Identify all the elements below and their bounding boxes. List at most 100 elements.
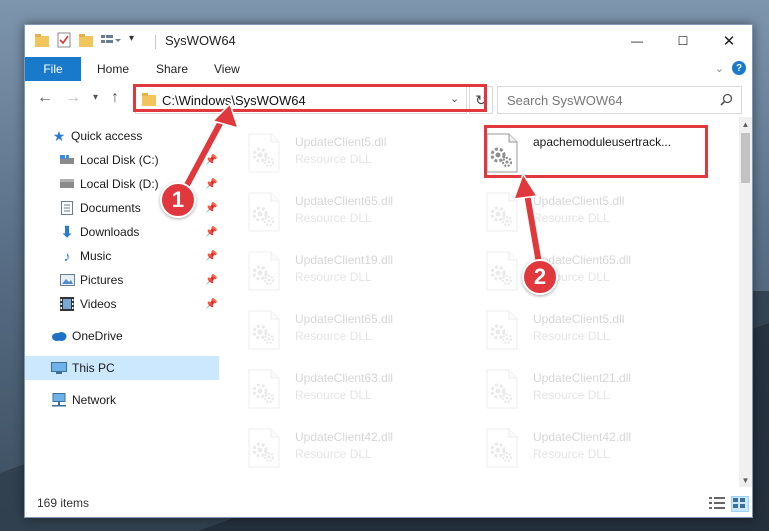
up-arrow-icon[interactable]: ↑ bbox=[111, 90, 119, 106]
recent-locations-icon[interactable]: ▾ bbox=[93, 90, 98, 106]
customize-toolbar-icon[interactable]: ▾ bbox=[129, 33, 134, 44]
file-type: Resource DLL bbox=[533, 329, 610, 343]
file-item[interactable]: UpdateClient42.dll Resource DLL bbox=[459, 426, 679, 476]
details-view-icon[interactable] bbox=[709, 496, 725, 510]
pin-icon[interactable]: 📌 bbox=[205, 227, 217, 238]
pictures-icon bbox=[59, 272, 75, 288]
scroll-up-icon[interactable]: ▲ bbox=[739, 117, 752, 131]
file-item[interactable]: UpdateClient5.dll Resource DLL bbox=[221, 131, 441, 181]
file-item[interactable]: UpdateClient21.dll Resource DLL bbox=[459, 367, 679, 417]
dll-file-icon bbox=[485, 369, 519, 409]
maximize-icon: ☐ bbox=[677, 34, 689, 48]
file-list: UpdateClient5.dll Resource DLL UpdateClien… bbox=[221, 117, 739, 487]
pin-icon[interactable]: 📌 bbox=[205, 179, 217, 190]
file-name: UpdateClient42.dll bbox=[295, 430, 394, 444]
pin-icon[interactable]: 📌 bbox=[205, 299, 217, 310]
pin-icon[interactable]: 📌 bbox=[205, 203, 217, 214]
sidebar-item-this-pc[interactable]: This PC bbox=[25, 356, 219, 380]
dll-file-icon bbox=[247, 192, 281, 232]
file-name: UpdateClient21.dll bbox=[533, 371, 632, 385]
pin-icon[interactable]: 📌 bbox=[205, 155, 217, 166]
music-icon: ♪ bbox=[63, 248, 71, 264]
tab-home[interactable]: Home bbox=[97, 62, 129, 76]
file-type: Resource DLL bbox=[295, 447, 372, 461]
file-name: UpdateClient5.dll bbox=[533, 312, 625, 326]
file-type: Resource DLL bbox=[533, 447, 610, 461]
sidebar-item-onedrive[interactable]: OneDrive bbox=[25, 324, 219, 348]
dll-file-icon bbox=[485, 192, 519, 232]
forward-arrow-icon[interactable]: → bbox=[65, 90, 81, 106]
view-options-icon[interactable] bbox=[101, 34, 121, 50]
cloud-icon bbox=[51, 328, 67, 344]
expand-ribbon-icon[interactable]: ⌄ bbox=[715, 62, 724, 75]
file-item[interactable]: UpdateClient42.dll Resource DLL bbox=[221, 426, 441, 476]
file-name: UpdateClient63.dll bbox=[295, 371, 394, 385]
sidebar-item-label: Quick access bbox=[71, 129, 143, 143]
file-item[interactable]: UpdateClient5.dll Resource DLL bbox=[459, 308, 679, 358]
file-type: Resource DLL bbox=[533, 211, 610, 225]
file-item[interactable]: UpdateClient65.dll Resource DLL bbox=[459, 249, 679, 299]
sidebar-item-label: Local Disk (C:) bbox=[80, 153, 159, 167]
maximize-button[interactable]: ☐ bbox=[660, 25, 706, 57]
sidebar-item-music[interactable]: ♪ Music 📌 bbox=[25, 244, 219, 268]
pin-icon[interactable]: 📌 bbox=[205, 251, 217, 262]
vertical-scrollbar[interactable]: ▲ ▼ bbox=[739, 117, 752, 487]
sidebar-item-quick-access[interactable]: ★ Quick access bbox=[25, 124, 219, 148]
dll-file-icon bbox=[247, 369, 281, 409]
sidebar-item-network[interactable]: Network bbox=[25, 388, 219, 412]
tab-share[interactable]: Share bbox=[156, 62, 188, 76]
file-type: Resource DLL bbox=[295, 388, 372, 402]
dll-file-icon bbox=[247, 251, 281, 291]
refresh-button[interactable]: ↻ bbox=[469, 86, 493, 114]
large-icons-view-icon[interactable] bbox=[731, 496, 749, 512]
file-name: UpdateClient65.dll bbox=[295, 194, 394, 208]
pin-icon[interactable]: 📌 bbox=[205, 275, 217, 286]
annotation-badge-1: 1 bbox=[160, 182, 196, 218]
file-item[interactable]: UpdateClient63.dll Resource DLL bbox=[221, 367, 441, 417]
search-icon bbox=[720, 93, 733, 109]
drive-icon bbox=[59, 176, 75, 192]
sidebar-item-label: Videos bbox=[80, 297, 117, 311]
search-input[interactable]: Search SysWOW64 bbox=[507, 93, 623, 108]
properties-icon[interactable] bbox=[57, 32, 71, 51]
back-arrow-icon[interactable]: ← bbox=[37, 90, 53, 106]
file-item[interactable]: UpdateClient65.dll Resource DLL bbox=[221, 190, 441, 240]
ribbon: File Home Share View ⌄ ? bbox=[25, 57, 752, 82]
minimize-button[interactable]: — bbox=[614, 25, 660, 57]
scrollbar-thumb[interactable] bbox=[741, 133, 750, 183]
new-folder-icon[interactable] bbox=[79, 34, 93, 50]
address-path[interactable]: C:\Windows\SysWOW64 bbox=[162, 93, 306, 108]
file-name: UpdateClient42.dll bbox=[533, 430, 632, 444]
tab-file[interactable]: File bbox=[25, 57, 81, 81]
scroll-down-icon[interactable]: ▼ bbox=[739, 473, 752, 487]
tab-view[interactable]: View bbox=[214, 62, 240, 76]
file-item[interactable]: apachemoduleusertrack... bbox=[459, 131, 679, 181]
annotation-badge-2: 2 bbox=[522, 259, 558, 295]
file-explorer-window: ▾ SysWOW64 — ☐ ✕ File Home Share View ⌄ … bbox=[24, 24, 753, 518]
status-bar: 169 items bbox=[25, 493, 752, 517]
close-button[interactable]: ✕ bbox=[706, 25, 752, 57]
sidebar-item-videos[interactable]: Videos 📌 bbox=[25, 292, 219, 316]
help-button[interactable]: ? bbox=[732, 61, 746, 75]
sidebar-item-pictures[interactable]: Pictures 📌 bbox=[25, 268, 219, 292]
sidebar-item-local-disk-c[interactable]: Local Disk (C:) 📌 bbox=[25, 148, 219, 172]
documents-icon bbox=[59, 200, 75, 216]
sidebar-item-label: OneDrive bbox=[72, 329, 123, 343]
file-item[interactable]: UpdateClient65.dll Resource DLL bbox=[221, 308, 441, 358]
file-item[interactable]: UpdateClient5.dll Resource DLL bbox=[459, 190, 679, 240]
file-type: Resource DLL bbox=[295, 270, 372, 284]
download-icon: ⬇ bbox=[60, 224, 74, 241]
file-item[interactable]: UpdateClient19.dll Resource DLL bbox=[221, 249, 441, 299]
sidebar-item-label: Network bbox=[72, 393, 117, 407]
search-box[interactable]: Search SysWOW64 bbox=[497, 86, 742, 114]
address-bar[interactable]: C:\Windows\SysWOW64 ⌄ bbox=[135, 86, 467, 114]
navigation-pane: ★ Quick access Local Disk (C:) 📌 Local D… bbox=[25, 117, 221, 487]
file-type: Resource DLL bbox=[533, 388, 610, 402]
file-name: UpdateClient19.dll bbox=[295, 253, 394, 267]
dll-file-icon bbox=[247, 310, 281, 350]
chevron-down-icon[interactable]: ⌄ bbox=[450, 92, 459, 105]
dll-file-icon bbox=[485, 251, 519, 291]
sidebar-item-downloads[interactable]: ⬇ Downloads 📌 bbox=[25, 220, 219, 244]
file-type: Resource DLL bbox=[295, 211, 372, 225]
videos-icon bbox=[59, 296, 75, 312]
